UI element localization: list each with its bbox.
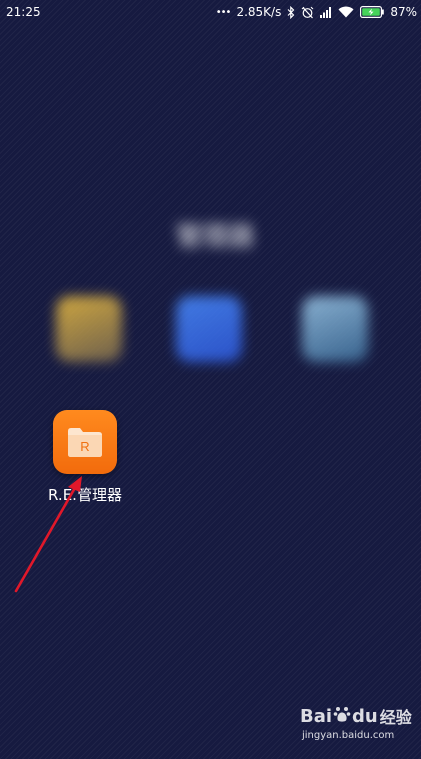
brand-sub: 经验: [379, 708, 412, 727]
brand-prefix: Bai: [300, 705, 333, 727]
baidu-jingyan-watermark: Bai du 经验 jingyan.baidu.com: [300, 704, 418, 742]
watermark-url: jingyan.baidu.com: [302, 730, 395, 741]
baidu-paw-icon: [333, 705, 351, 728]
brand-suffix: du: [352, 705, 378, 727]
watermark-brand: Bai du 经验: [300, 704, 418, 728]
red-arrow-annotation: [14, 476, 82, 593]
